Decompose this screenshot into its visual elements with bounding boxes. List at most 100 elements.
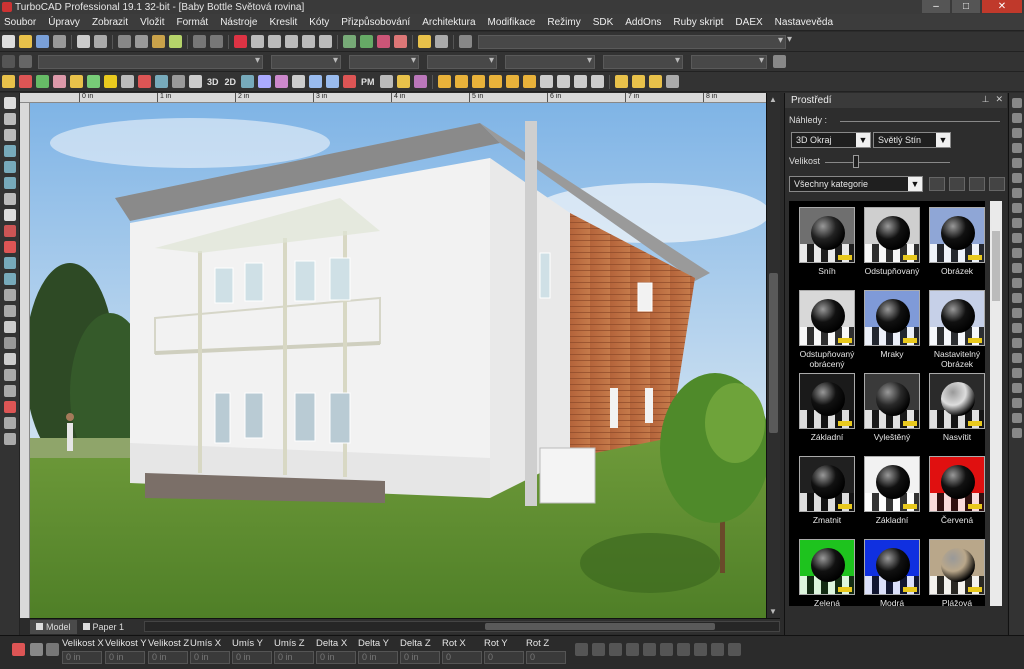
- cube-icon[interactable]: [155, 75, 168, 88]
- tool-icon[interactable]: [1012, 188, 1022, 198]
- attribute-a-icon[interactable]: [309, 75, 323, 88]
- 3d-view-button[interactable]: 3D: [207, 77, 219, 87]
- cancel-icon[interactable]: [30, 643, 43, 656]
- cut-icon[interactable]: [118, 35, 131, 48]
- hammer-icon[interactable]: [121, 75, 134, 88]
- folder-icon[interactable]: [929, 177, 945, 191]
- material-swatch[interactable]: Odstupňovaný: [862, 207, 922, 292]
- chevron-down-icon[interactable]: ▼: [936, 133, 950, 147]
- arc-tool-icon[interactable]: [4, 177, 16, 189]
- view-bottom-icon[interactable]: [522, 75, 536, 88]
- polyline-tool-icon[interactable]: [4, 145, 16, 157]
- info-icon[interactable]: [413, 75, 427, 88]
- light-mode-icon[interactable]: [694, 643, 707, 656]
- layers-icon[interactable]: [360, 35, 373, 48]
- workplane-icon[interactable]: [459, 35, 472, 48]
- circle-tool-icon[interactable]: [4, 161, 16, 173]
- settings-mode-icon[interactable]: [728, 643, 741, 656]
- render-settings-icon[interactable]: [665, 75, 679, 88]
- zoom-box-icon[interactable]: [292, 75, 306, 88]
- size-slider-knob[interactable]: [853, 155, 859, 168]
- zoom-in-icon[interactable]: [251, 35, 264, 48]
- view-right-icon[interactable]: [471, 75, 485, 88]
- hide-icon[interactable]: [394, 35, 407, 48]
- scale-dropdown[interactable]: [691, 54, 767, 69]
- paste-icon[interactable]: [152, 35, 165, 48]
- iso-nw-icon[interactable]: [590, 75, 604, 88]
- tool-icon[interactable]: [1012, 233, 1022, 243]
- finish-icon[interactable]: [46, 643, 59, 656]
- minimize-button[interactable]: –: [922, 0, 950, 13]
- previews-slider-track[interactable]: [840, 121, 1000, 122]
- pan-icon[interactable]: [234, 35, 247, 48]
- coord-input[interactable]: 0 in: [148, 651, 188, 664]
- wall-tool-icon[interactable]: [4, 385, 16, 397]
- zoom-out-icon[interactable]: [268, 35, 281, 48]
- open-file-icon[interactable]: [19, 35, 32, 48]
- ortho-mode-icon[interactable]: [609, 643, 622, 656]
- zoom-extents-icon[interactable]: [302, 35, 315, 48]
- tag-icon[interactable]: [138, 75, 151, 88]
- iso-ne-icon[interactable]: [573, 75, 587, 88]
- save-all-icon[interactable]: [53, 35, 66, 48]
- render-light-icon[interactable]: [648, 75, 662, 88]
- menu-modifikace[interactable]: Modifikace: [488, 17, 536, 28]
- 2d-view-button[interactable]: 2D: [225, 77, 237, 87]
- tool-icon[interactable]: [1012, 368, 1022, 378]
- polar-mode-icon[interactable]: [626, 643, 639, 656]
- tool-icon[interactable]: [1012, 293, 1022, 303]
- material-swatch[interactable]: Červená: [927, 456, 985, 541]
- render-quality-icon[interactable]: [631, 75, 645, 88]
- scroll-thumb[interactable]: [769, 273, 778, 433]
- line-tool-icon[interactable]: [4, 129, 16, 141]
- menu-addons[interactable]: AddOns: [625, 17, 661, 28]
- menu-koty[interactable]: Kóty: [309, 17, 329, 28]
- tool-icon[interactable]: [1012, 323, 1022, 333]
- surface-tool-icon[interactable]: [4, 305, 16, 317]
- scroll-down-icon[interactable]: ▼: [769, 607, 777, 616]
- command-dropdown[interactable]: [478, 34, 786, 49]
- material-swatch[interactable]: Sníh: [797, 207, 857, 292]
- dimension-tool-icon[interactable]: [4, 225, 16, 237]
- copy-icon[interactable]: [135, 35, 148, 48]
- insert-tool-icon[interactable]: [4, 257, 16, 269]
- tool-icon[interactable]: [1012, 113, 1022, 123]
- tool-icon[interactable]: [1012, 218, 1022, 228]
- light-tool-icon[interactable]: [4, 369, 16, 381]
- zoom-window-icon[interactable]: [285, 35, 298, 48]
- tool-icon[interactable]: [1012, 158, 1022, 168]
- format-painter-icon[interactable]: [169, 35, 182, 48]
- shading-select[interactable]: Světlý Stín ▼: [873, 132, 951, 148]
- snap-mode-icon[interactable]: [575, 643, 588, 656]
- chevron-down-icon[interactable]: ▼: [908, 177, 922, 191]
- zoom-all-icon[interactable]: [319, 35, 332, 48]
- color-dropdown[interactable]: [271, 54, 341, 69]
- material-icon[interactable]: [36, 75, 49, 88]
- shade-icon[interactable]: [189, 75, 202, 88]
- search-material-icon[interactable]: [969, 177, 985, 191]
- viewport-vertical-scrollbar[interactable]: ▲ ▼: [766, 93, 780, 618]
- menu-format[interactable]: Formát: [177, 17, 209, 28]
- material-swatch[interactable]: Nastavitelný Obrázek: [927, 290, 985, 375]
- coord-input[interactable]: 0 in: [400, 651, 440, 664]
- section-icon[interactable]: [275, 75, 289, 88]
- coord-input[interactable]: 0 in: [190, 651, 230, 664]
- tool-icon[interactable]: [1012, 353, 1022, 363]
- panel-close-icon[interactable]: ✕: [995, 94, 1003, 105]
- coord-input[interactable]: 0 in: [62, 651, 102, 664]
- tool-icon[interactable]: [1012, 338, 1022, 348]
- stop-icon[interactable]: [12, 643, 25, 656]
- chevron-down-icon[interactable]: ▼: [856, 133, 870, 147]
- curve-tool-icon[interactable]: [4, 193, 16, 205]
- menu-vlozit[interactable]: Vložit: [140, 17, 164, 28]
- close-button[interactable]: ✕: [982, 0, 1022, 13]
- property-icon[interactable]: [2, 55, 15, 68]
- tool-icon[interactable]: [1012, 128, 1022, 138]
- gallery-scroll-thumb[interactable]: [992, 231, 1000, 301]
- hscroll-thumb[interactable]: [485, 623, 716, 630]
- viewport-horizontal-scrollbar[interactable]: [144, 621, 780, 632]
- menu-ruby-skript[interactable]: Ruby skript: [673, 17, 723, 28]
- tool-icon[interactable]: [1012, 173, 1022, 183]
- print-preview-icon[interactable]: [94, 35, 107, 48]
- drawing-viewport[interactable]: [30, 103, 766, 618]
